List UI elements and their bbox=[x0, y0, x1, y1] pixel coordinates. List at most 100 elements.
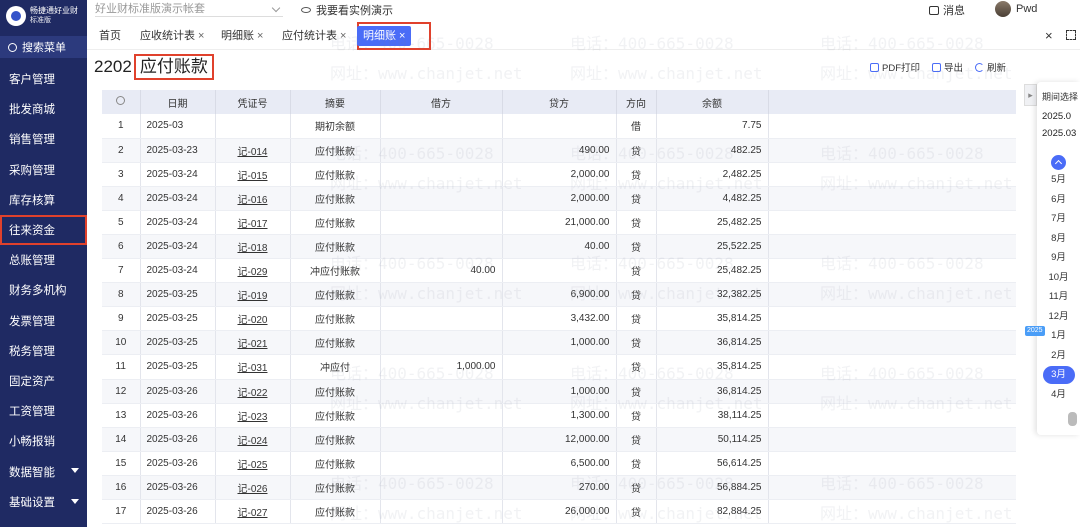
close-icon[interactable]: × bbox=[399, 30, 405, 42]
table-row[interactable]: 1 2025-03 期初余额 借 7.75 bbox=[102, 114, 1016, 139]
month-item[interactable]: 9月 bbox=[1037, 248, 1080, 268]
tab-ledger-1[interactable]: 明细账 × bbox=[221, 26, 263, 46]
table-row[interactable]: 13 2025-03-26 记-023 应付账款 1,300.00 贷 38,114.25 bbox=[102, 403, 1016, 428]
period-range-start[interactable]: 2025.0 bbox=[1037, 111, 1080, 122]
messages-button[interactable]: 消息 bbox=[929, 2, 965, 18]
table-row[interactable]: 2 2025-03-23 记-014 应付账款 490.00 贷 482.25 bbox=[102, 138, 1016, 163]
tab-ledger-active[interactable]: 明细账 × bbox=[357, 26, 412, 46]
voucher-link[interactable]: 记-023 bbox=[215, 403, 291, 428]
sidebar-item[interactable]: 小畅报销 bbox=[0, 426, 87, 456]
voucher-link[interactable]: 记-025 bbox=[215, 451, 291, 476]
sidebar-item[interactable]: 总账管理 bbox=[0, 245, 87, 275]
tab-payables-summary[interactable]: 应付统计表 × bbox=[282, 26, 346, 46]
sidebar-item[interactable]: 基础设置 bbox=[0, 487, 87, 517]
month-item[interactable]: 4月 bbox=[1037, 385, 1080, 405]
column-header: 贷方 bbox=[502, 90, 617, 114]
column-settings[interactable] bbox=[102, 90, 141, 114]
user-menu[interactable]: Pwd bbox=[995, 1, 1037, 17]
table-cell: 50,114.25 bbox=[656, 427, 769, 452]
month-item[interactable]: 12月 bbox=[1037, 307, 1080, 327]
month-item[interactable]: 2月 bbox=[1037, 346, 1080, 366]
table-row[interactable]: 5 2025-03-24 记-017 应付账款 21,000.00 贷 25,482.25 bbox=[102, 210, 1016, 235]
sidebar-item[interactable]: 数据智能 bbox=[0, 456, 87, 486]
sidebar-item[interactable]: 往来资金 bbox=[0, 214, 87, 246]
tab-receivables-summary[interactable]: 应收统计表 × bbox=[140, 26, 204, 46]
voucher-link[interactable]: 记-022 bbox=[215, 379, 291, 404]
voucher-link[interactable]: 记-019 bbox=[215, 282, 291, 308]
export-icon bbox=[932, 62, 942, 72]
month-item[interactable]: 5月 bbox=[1037, 170, 1080, 190]
table-row[interactable]: 7 2025-03-24 记-029 冲应付账款 40.00 贷 25,482.25 bbox=[102, 258, 1016, 284]
close-icon[interactable]: × bbox=[198, 30, 204, 42]
close-icon[interactable]: × bbox=[340, 30, 346, 42]
table-cell bbox=[380, 210, 503, 235]
table-cell: 2025-03-26 bbox=[140, 427, 216, 452]
table-row[interactable]: 12 2025-03-26 记-022 应付账款 1,000.00 贷 36,814.25 bbox=[102, 379, 1016, 404]
table-row[interactable]: 9 2025-03-25 记-020 应付账款 3,432.00 贷 35,814.25 bbox=[102, 306, 1016, 332]
sidebar-item[interactable]: 库存核算 bbox=[0, 185, 87, 215]
table-row[interactable]: 17 2025-03-26 记-027 应付账款 26,000.00 贷 82,884.25 bbox=[102, 499, 1016, 525]
export-button[interactable]: 导出 bbox=[932, 60, 963, 74]
table-row[interactable]: 6 2025-03-24 记-018 应付账款 40.00 贷 25,522.25 bbox=[102, 234, 1016, 260]
voucher-link[interactable]: 记-018 bbox=[215, 234, 291, 260]
voucher-link[interactable]: 记-026 bbox=[215, 475, 291, 501]
table-row[interactable]: 16 2025-03-26 记-026 应付账款 270.00 贷 56,884.25 bbox=[102, 475, 1016, 501]
demo-link[interactable]: 我要看实例演示 bbox=[301, 2, 393, 18]
sidebar-item[interactable]: 税务管理 bbox=[0, 336, 87, 366]
sidebar-item[interactable]: 批发商城 bbox=[0, 94, 87, 124]
voucher-link[interactable]: 记-015 bbox=[215, 162, 291, 187]
scrollbar[interactable] bbox=[1068, 412, 1077, 426]
collapse-panel-button[interactable]: ▸ bbox=[1024, 84, 1037, 106]
table-cell: 3 bbox=[102, 162, 141, 187]
voucher-link[interactable]: 记-016 bbox=[215, 186, 291, 211]
table-row[interactable]: 14 2025-03-26 记-024 应付账款 12,000.00 贷 50,114.25 bbox=[102, 427, 1016, 452]
table-cell: 应付账款 bbox=[290, 451, 381, 476]
refresh-button[interactable]: 刷新 bbox=[975, 60, 1006, 74]
period-range-end[interactable]: 2025.03 bbox=[1037, 128, 1080, 139]
table-cell: 2025-03-24 bbox=[140, 186, 216, 211]
sidebar-item[interactable]: 工资管理 bbox=[0, 396, 87, 426]
table-row[interactable]: 4 2025-03-24 记-016 应付账款 2,000.00 贷 4,482.25 bbox=[102, 186, 1016, 211]
table-row[interactable]: 10 2025-03-25 记-021 应付账款 1,000.00 贷 36,814.25 bbox=[102, 330, 1016, 356]
voucher-link[interactable]: 记-014 bbox=[215, 138, 291, 163]
sidebar-item[interactable]: 发票管理 bbox=[0, 306, 87, 336]
month-item[interactable]: 7月 bbox=[1037, 209, 1080, 229]
fullscreen-icon[interactable] bbox=[1066, 30, 1076, 40]
table-cell: 2025-03-26 bbox=[140, 379, 216, 404]
sidebar-item[interactable]: 财务多机构 bbox=[0, 275, 87, 305]
month-item[interactable]: 11月 bbox=[1037, 287, 1080, 307]
voucher-link[interactable]: 记-029 bbox=[215, 258, 291, 284]
pdf-print-button[interactable]: PDF打印 bbox=[870, 60, 920, 74]
table-cell: 应付账款 bbox=[290, 499, 381, 525]
table-row[interactable]: 8 2025-03-25 记-019 应付账款 6,900.00 贷 32,382.25 bbox=[102, 282, 1016, 308]
sidebar-item[interactable]: 销售管理 bbox=[0, 124, 87, 154]
voucher-link[interactable]: 记-031 bbox=[215, 354, 291, 380]
voucher-link[interactable]: 记-027 bbox=[215, 499, 291, 525]
month-item[interactable]: 8月 bbox=[1037, 229, 1080, 249]
search-menu-button[interactable]: 搜索菜单 bbox=[0, 36, 87, 58]
table-cell: 贷 bbox=[616, 330, 657, 356]
table-row[interactable]: 3 2025-03-24 记-015 应付账款 2,000.00 贷 2,482.25 bbox=[102, 162, 1016, 187]
voucher-link[interactable]: 记-024 bbox=[215, 427, 291, 452]
table-row[interactable]: 15 2025-03-26 记-025 应付账款 6,500.00 贷 56,614.25 bbox=[102, 451, 1016, 476]
period-panel: 期间选择 2025.0 2025.03 5月 6月 7月 8月 9月 10月 11月 12月 2… bbox=[1025, 82, 1080, 435]
sidebar-item[interactable]: 客户管理 bbox=[0, 64, 87, 94]
column-header: 借方 bbox=[380, 90, 503, 114]
voucher-link[interactable]: 记-020 bbox=[215, 306, 291, 332]
sidebar-item[interactable]: 采购管理 bbox=[0, 155, 87, 185]
table-row[interactable]: 11 2025-03-25 记-031 冲应付 1,000.00 贷 35,814.25 bbox=[102, 354, 1016, 380]
scroll-up-icon[interactable] bbox=[1051, 155, 1066, 170]
month-item[interactable]: 3月 bbox=[1037, 365, 1080, 385]
sidebar-item[interactable]: 固定资产 bbox=[0, 366, 87, 396]
account-book-select[interactable]: 好业财标准版演示帐套 bbox=[95, 1, 283, 17]
month-item[interactable]: 2025 1月 bbox=[1025, 326, 1080, 346]
month-item[interactable]: 10月 bbox=[1037, 268, 1080, 288]
table-cell bbox=[380, 282, 503, 308]
voucher-link[interactable]: 记-017 bbox=[215, 210, 291, 235]
close-all-icon[interactable]: × bbox=[1045, 28, 1053, 43]
month-item[interactable]: 6月 bbox=[1037, 190, 1080, 210]
table-cell: 贷 bbox=[616, 475, 657, 501]
close-icon[interactable]: × bbox=[257, 30, 263, 42]
tab-home[interactable]: 首页 bbox=[99, 26, 121, 46]
voucher-link[interactable]: 记-021 bbox=[215, 330, 291, 356]
